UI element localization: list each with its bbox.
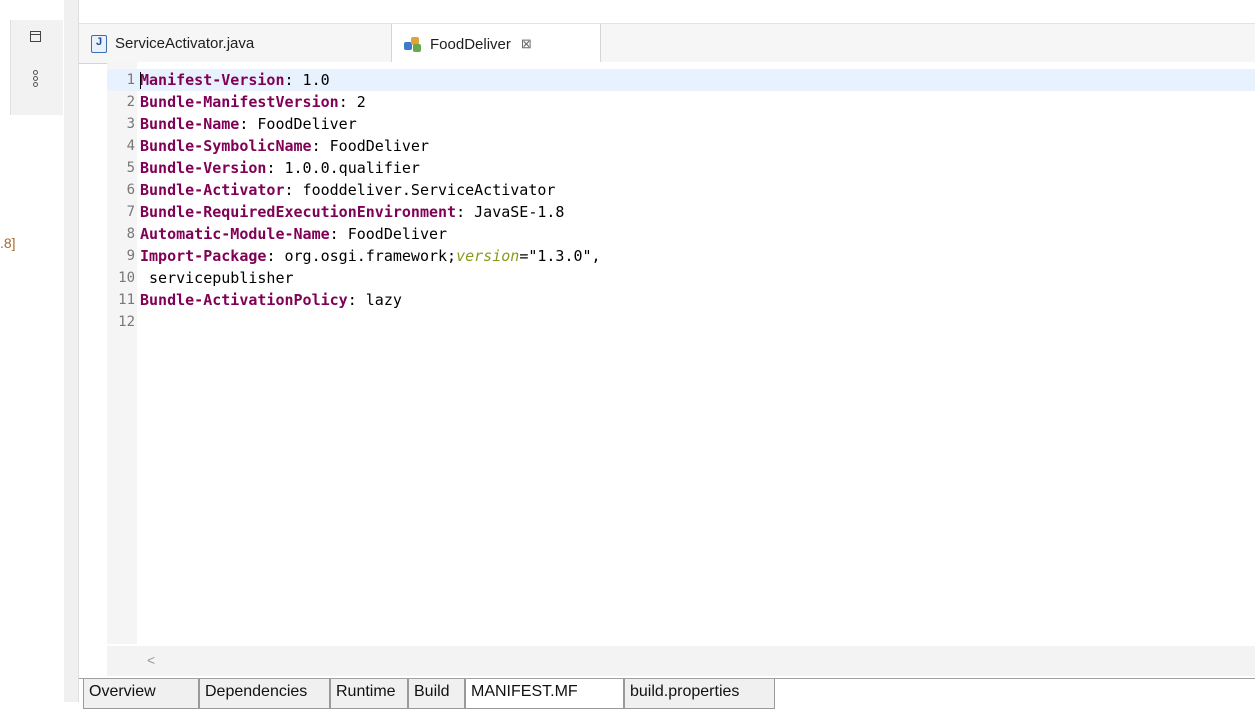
header-value: : org.osgi.framework; [266, 247, 457, 265]
minimize-icon[interactable] [30, 31, 41, 42]
scroll-left-icon[interactable]: < [147, 652, 155, 668]
header-key: Bundle-Name [140, 115, 240, 133]
code-text: servicepublisher [140, 267, 294, 289]
text-editor-area[interactable]: 1 Manifest-Version: 1.0 2 Bundle-ManifestVe… [107, 62, 1255, 644]
line-number: 7 [126, 204, 135, 220]
header-value: : FoodDeliver [311, 137, 429, 155]
header-value: : FoodDeliver [239, 115, 357, 133]
line-number: 4 [126, 138, 135, 154]
tab-label: FoodDeliver [430, 35, 511, 53]
header-value: servicepublisher [140, 269, 294, 287]
header-value: : fooddeliver.ServiceActivator [284, 181, 556, 199]
line-number: 12 [118, 314, 135, 330]
header-key: Import-Package [140, 247, 267, 265]
code-text: Bundle-ActivationPolicy: lazy [140, 289, 402, 311]
code-text: Automatic-Module-Name: FoodDeliver [140, 223, 447, 245]
header-value: : JavaSE-1.8 [456, 203, 565, 221]
code-line[interactable]: 9 Import-Package: org.osgi.framework;vers… [107, 245, 1255, 267]
header-key: Bundle-SymbolicName [140, 137, 312, 155]
view-menu-icon[interactable] [33, 70, 39, 88]
code-text: Bundle-RequiredExecutionEnvironment: Jav… [140, 201, 564, 223]
code-text: Bundle-Version: 1.0.0.qualifier [140, 157, 420, 179]
line-number: 11 [118, 292, 135, 308]
line-number: 3 [126, 116, 135, 132]
header-key: Bundle-ActivationPolicy [140, 291, 348, 309]
tab-food-deliver[interactable]: FoodDeliver ⊠ [391, 24, 601, 64]
manifest-editor: ServiceActivator.java FoodDeliver ⊠ 1 Man… [79, 0, 1255, 709]
page-tab-runtime[interactable]: Runtime [330, 679, 408, 709]
code-line[interactable]: 6 Bundle-Activator: fooddeliver.ServiceAc… [107, 179, 1255, 201]
tab-label: ServiceActivator.java [115, 35, 255, 52]
page-tab-dependencies[interactable]: Dependencies [199, 679, 330, 709]
line-number: 10 [118, 270, 135, 286]
java-file-icon [91, 34, 107, 53]
code-line[interactable]: 10 servicepublisher [107, 267, 1255, 289]
plugin-manifest-icon [404, 36, 422, 52]
header-value: : 2 [338, 93, 366, 111]
code-line[interactable]: 11 Bundle-ActivationPolicy: lazy [107, 289, 1255, 311]
code-line[interactable]: 12 [107, 311, 1255, 333]
sash-divider[interactable] [64, 0, 79, 702]
code-line[interactable]: 4 Bundle-SymbolicName: FoodDeliver [107, 135, 1255, 157]
line-number: 6 [126, 182, 135, 198]
page-tab-overview[interactable]: Overview [83, 679, 199, 709]
code-line[interactable]: 8 Automatic-Module-Name: FoodDeliver [107, 223, 1255, 245]
header-value: : 1.0.0.qualifier [266, 159, 420, 177]
page-tab-build[interactable]: Build [408, 679, 465, 709]
code-text: Manifest-Version: 1.0 [140, 69, 330, 91]
attribute-value: ="1.3.0", [519, 247, 601, 265]
attribute-name: version [456, 247, 520, 265]
left-panel-text-fragment: .8] [0, 235, 16, 251]
header-value: : lazy [347, 291, 402, 309]
left-side-panel: .8] [0, 0, 65, 702]
code-text: Import-Package: org.osgi.framework;versi… [140, 245, 601, 267]
code-line[interactable]: 7 Bundle-RequiredExecutionEnvironment: Ja… [107, 201, 1255, 223]
code-text: Bundle-Name: FoodDeliver [140, 113, 357, 135]
header-key: Automatic-Module-Name [140, 225, 330, 243]
line-number: 9 [126, 248, 135, 264]
header-key: Bundle-RequiredExecutionEnvironment [140, 203, 457, 221]
text-caret [140, 72, 141, 89]
code-text: Bundle-SymbolicName: FoodDeliver [140, 135, 429, 157]
editor-tab-bar: ServiceActivator.java FoodDeliver ⊠ [79, 23, 1255, 64]
code-line[interactable]: 1 Manifest-Version: 1.0 [107, 69, 1255, 91]
editor-page-tabs: Overview Dependencies Runtime Build MANIFEST… [79, 678, 1255, 709]
header-value: : 1.0 [284, 71, 330, 89]
line-number: 8 [126, 226, 135, 242]
code-text: Bundle-ManifestVersion: 2 [140, 91, 366, 113]
horizontal-scrollbar[interactable]: < [107, 646, 1255, 676]
code-line[interactable]: 2 Bundle-ManifestVersion: 2 [107, 91, 1255, 113]
code-text: Bundle-Activator: fooddeliver.ServiceAct… [140, 179, 555, 201]
line-number: 1 [126, 72, 135, 88]
header-key: Manifest-Version [140, 71, 285, 89]
line-number: 5 [126, 160, 135, 176]
code-line[interactable]: 5 Bundle-Version: 1.0.0.qualifier [107, 157, 1255, 179]
page-tab-manifest-mf[interactable]: MANIFEST.MF [465, 679, 624, 709]
header-key: Bundle-ManifestVersion [140, 93, 339, 111]
header-value: : FoodDeliver [329, 225, 448, 243]
code-line[interactable]: 3 Bundle-Name: FoodDeliver [107, 113, 1255, 135]
close-icon[interactable]: ⊠ [521, 36, 532, 52]
line-number: 2 [126, 94, 135, 110]
page-tab-build-properties[interactable]: build.properties [624, 679, 775, 709]
header-key: Bundle-Version [140, 159, 267, 177]
tab-service-activator-java[interactable]: ServiceActivator.java [79, 24, 391, 63]
header-key: Bundle-Activator [140, 181, 285, 199]
